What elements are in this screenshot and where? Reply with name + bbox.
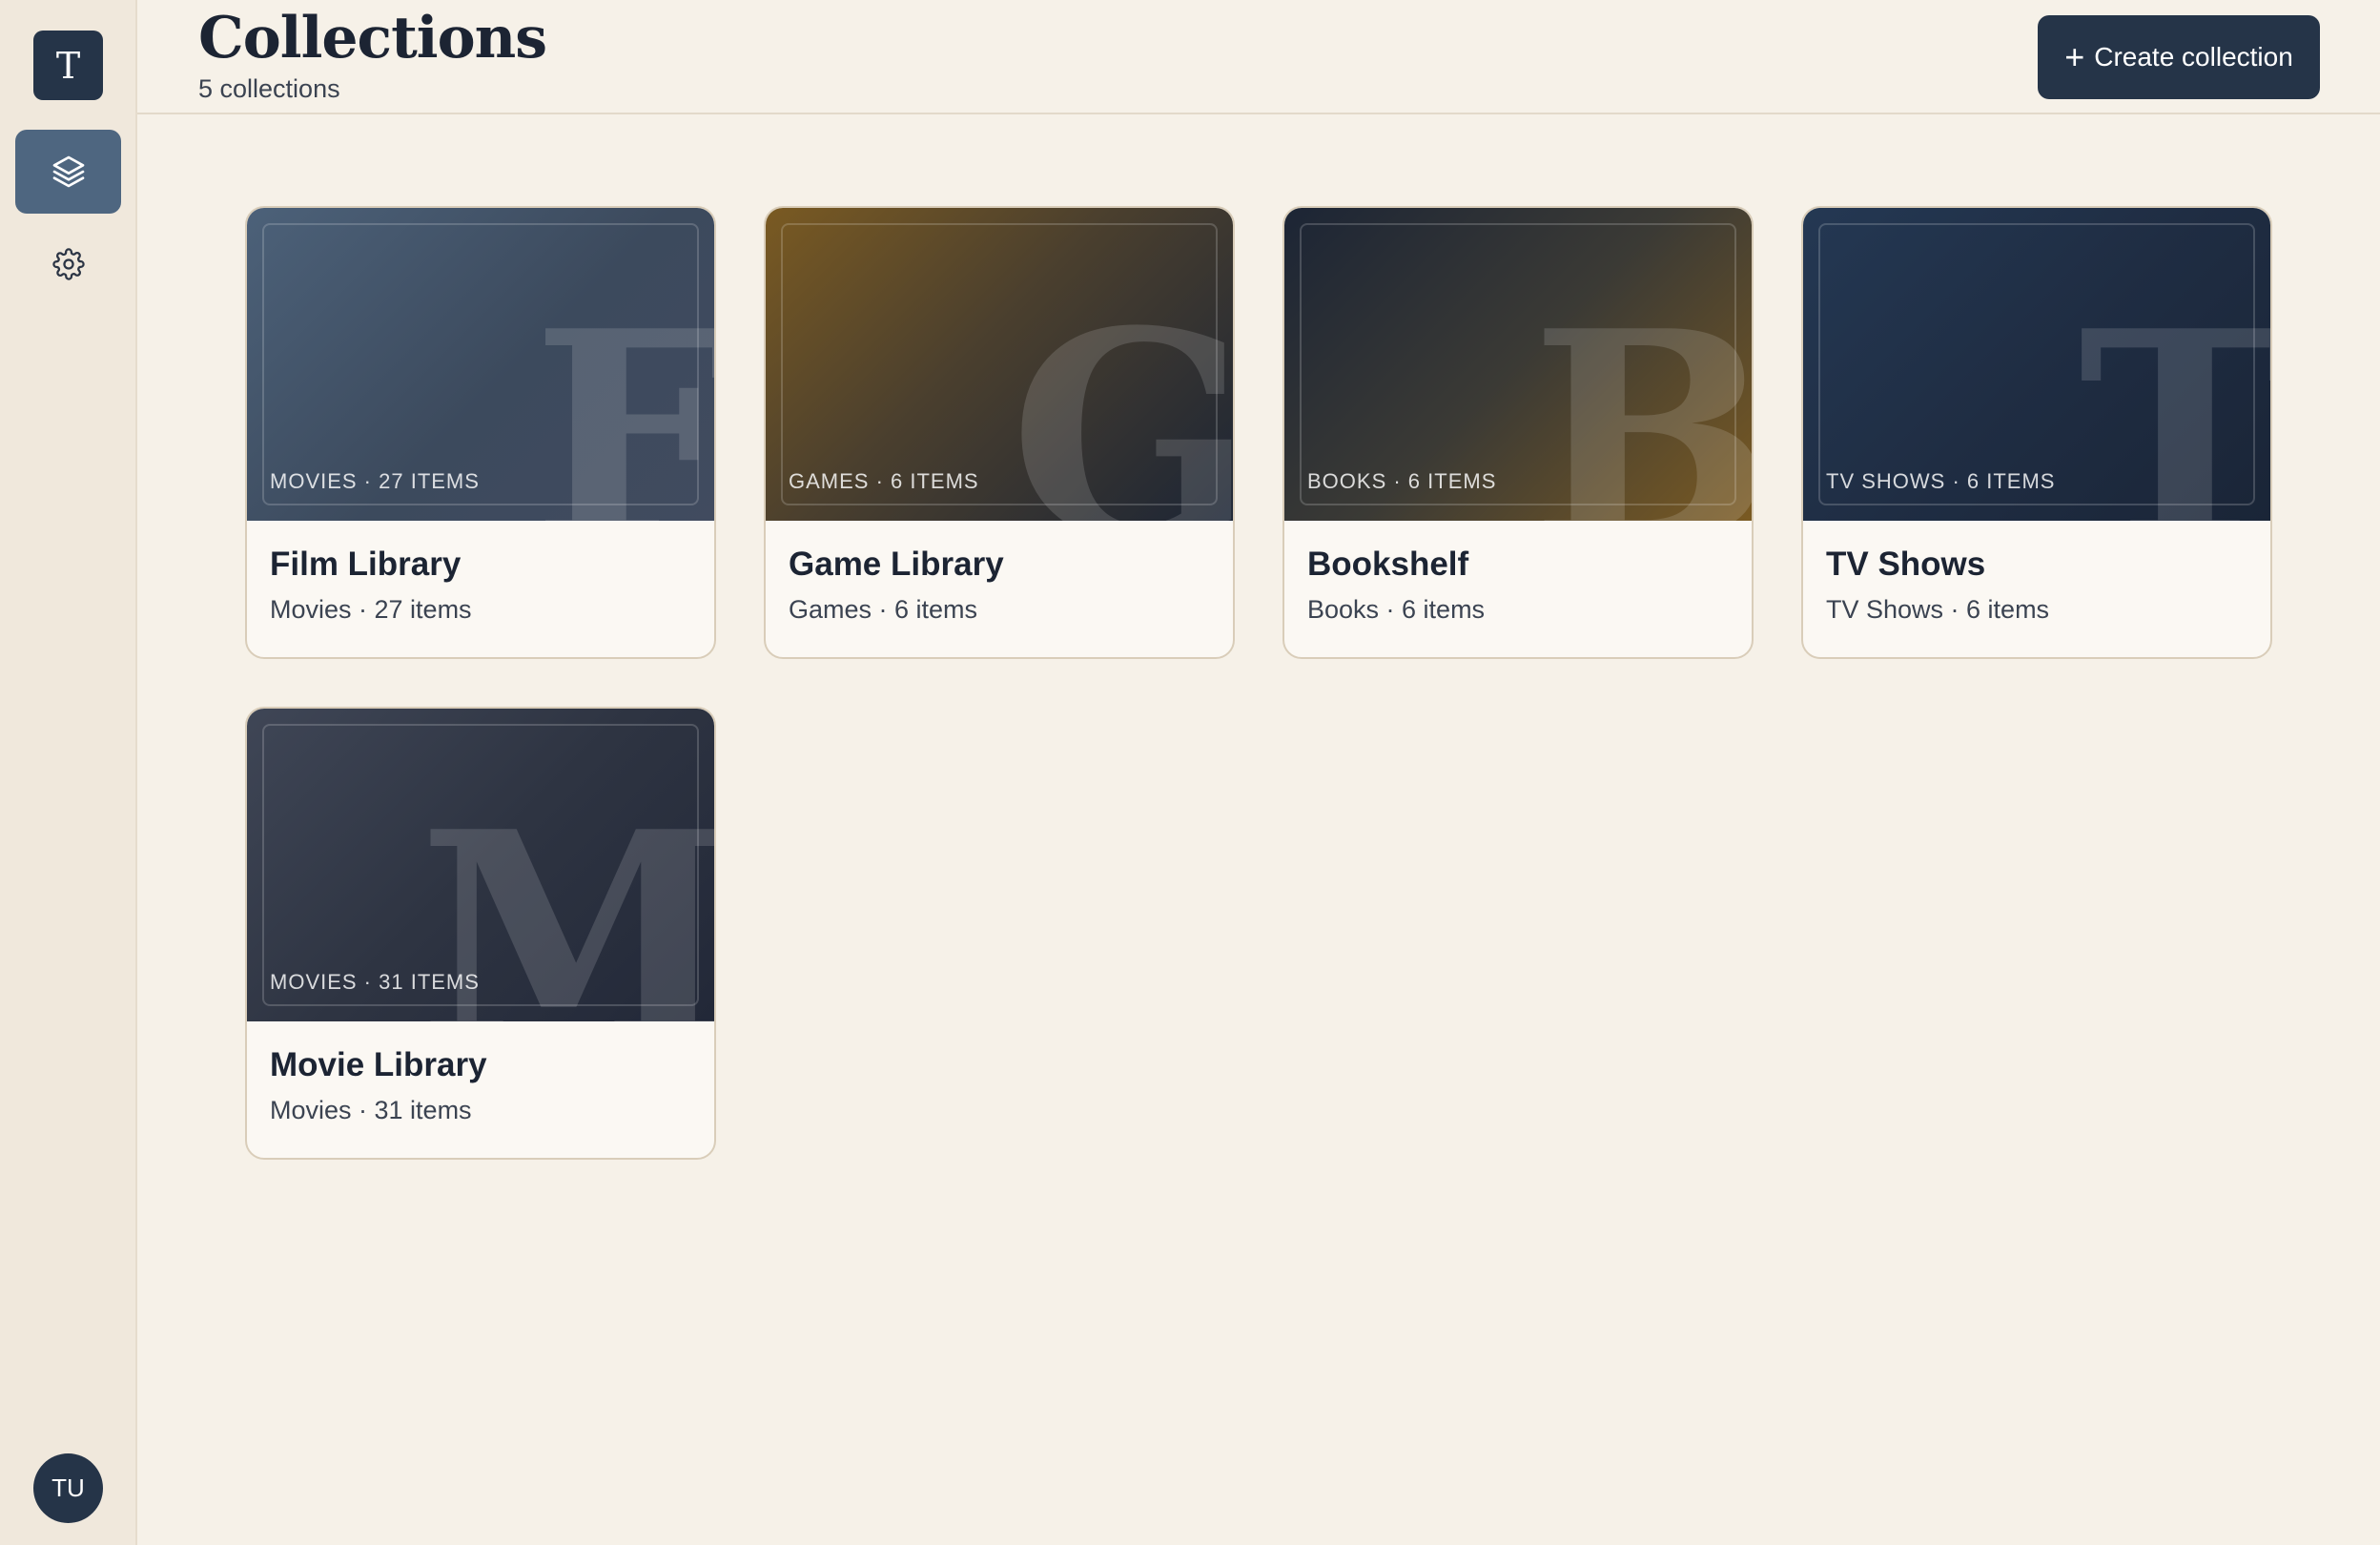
- collection-card-game-library[interactable]: G GAMES · 6 ITEMS Game Library Games · 6…: [764, 206, 1235, 659]
- gear-icon: [52, 248, 85, 280]
- collection-title: Film Library: [270, 546, 462, 583]
- cover-label: GAMES · 6 ITEMS: [789, 469, 979, 493]
- collection-meta: TV Shows · 6 items: [1826, 595, 2050, 624]
- page-title: Collections: [198, 5, 547, 72]
- user-avatar[interactable]: TU: [33, 1453, 103, 1523]
- cover-label: BOOKS · 6 ITEMS: [1307, 469, 1497, 493]
- create-collection-button[interactable]: + Create collection: [2038, 15, 2320, 99]
- nav-settings[interactable]: [34, 242, 103, 286]
- collection-card-tv-shows[interactable]: T TV SHOWS · 6 ITEMS TV Shows TV Shows ·…: [1801, 206, 2272, 659]
- avatar-initials: TU: [51, 1473, 85, 1502]
- page-header: Collections 5 collections + Create colle…: [137, 0, 2380, 114]
- cover-letter: F: [532, 294, 714, 522]
- card-body: Game Library Games · 6 items: [766, 521, 1233, 625]
- collection-cover: M MOVIES · 31 ITEMS: [247, 709, 714, 1021]
- collection-card-bookshelf[interactable]: B BOOKS · 6 ITEMS Bookshelf Books · 6 it…: [1282, 206, 1754, 659]
- cover-letter: G: [1009, 268, 1233, 522]
- card-body: TV Shows TV Shows · 6 items: [1803, 521, 2270, 625]
- collections-grid: F MOVIES · 27 ITEMS Film Library Movies …: [245, 206, 2276, 1160]
- layers-icon: [52, 155, 84, 188]
- cover-letter: T: [2078, 268, 2270, 522]
- collection-title: Game Library: [789, 546, 1004, 583]
- cover-letter: B: [1530, 268, 1752, 522]
- create-collection-label: Create collection: [2094, 42, 2293, 72]
- cover-label: MOVIES · 31 ITEMS: [270, 970, 480, 994]
- collection-meta: Books · 6 items: [1307, 595, 1486, 624]
- cover-label: MOVIES · 27 ITEMS: [270, 469, 480, 493]
- collection-card-film-library[interactable]: F MOVIES · 27 ITEMS Film Library Movies …: [245, 206, 716, 659]
- collection-title: Movie Library: [270, 1046, 487, 1083]
- collection-meta: Games · 6 items: [789, 595, 978, 624]
- plus-icon: +: [2064, 37, 2085, 76]
- collection-cover: B BOOKS · 6 ITEMS: [1284, 208, 1752, 521]
- collection-count: 5 collections: [198, 74, 340, 103]
- collection-title: Bookshelf: [1307, 546, 1469, 583]
- cover-label: TV SHOWS · 6 ITEMS: [1826, 469, 2056, 493]
- card-body: Film Library Movies · 27 items: [247, 521, 714, 625]
- logo-letter: T: [55, 44, 81, 87]
- collection-cover: G GAMES · 6 ITEMS: [766, 208, 1233, 521]
- card-body: Bookshelf Books · 6 items: [1284, 521, 1752, 625]
- card-body: Movie Library Movies · 31 items: [247, 1021, 714, 1125]
- sidebar: T TU: [0, 0, 137, 1545]
- collection-cover: F MOVIES · 27 ITEMS: [247, 208, 714, 521]
- collection-meta: Movies · 31 items: [270, 1096, 472, 1124]
- collection-meta: Movies · 27 items: [270, 595, 472, 624]
- nav-collections[interactable]: [15, 130, 121, 214]
- collection-card-movie-library[interactable]: M MOVIES · 31 ITEMS Movie Library Movies…: [245, 707, 716, 1160]
- collection-cover: T TV SHOWS · 6 ITEMS: [1803, 208, 2270, 521]
- app-logo[interactable]: T: [33, 31, 103, 100]
- collection-title: TV Shows: [1826, 546, 1986, 583]
